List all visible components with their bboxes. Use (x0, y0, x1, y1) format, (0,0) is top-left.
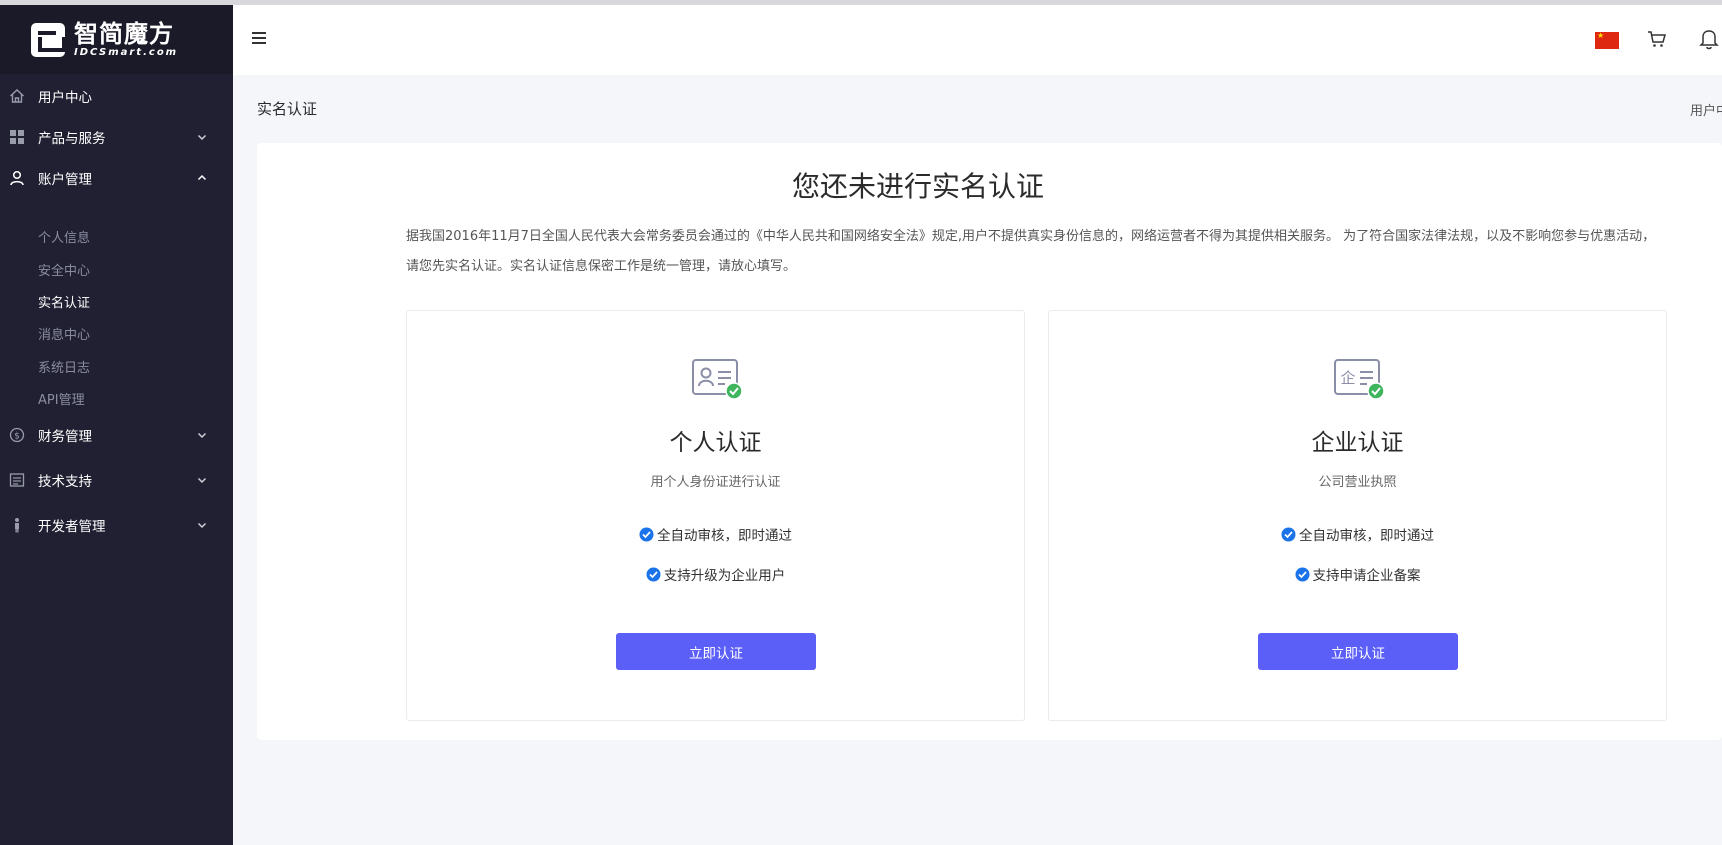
breadcrumb[interactable]: 用户中 (1690, 100, 1722, 119)
feature-item: 支持申请企业备案 (1049, 564, 1666, 584)
document-icon (9, 473, 25, 487)
sidebar-subitem-message-center[interactable]: 消息中心 (38, 324, 90, 343)
enterprise-auth-title: 企业认证 (1311, 430, 1404, 456)
main-heading: 您还未进行实名认证 (791, 170, 1044, 203)
sidebar-subitem-real-name-auth[interactable]: 实名认证 (38, 292, 90, 311)
sidebar-item-label: 用户中心 (38, 90, 92, 106)
logo-mark-icon (31, 22, 66, 57)
feature-label: 支持申请企业备案 (1312, 568, 1421, 584)
check-circle-icon (1295, 567, 1309, 581)
personal-auth-title: 个人认证 (669, 430, 762, 456)
feature-label: 全自动审核，即时通过 (657, 528, 792, 544)
sidebar-item-label: 财务管理 (38, 429, 92, 445)
sidebar-item-products-services[interactable]: 产品与服务 (0, 117, 233, 157)
business-license-verified-icon: 企 (1334, 359, 1385, 400)
sidebar-item-label: 产品与服务 (38, 131, 106, 147)
check-circle-icon (646, 567, 661, 581)
sidebar-item-label: 账户管理 (38, 172, 92, 188)
brand-name-en: IDCSmart.com (74, 46, 179, 58)
feature-item: 全自动审核，即时通过 (1049, 524, 1666, 544)
sidebar-item-label: 开发者管理 (38, 519, 106, 535)
feature-label: 全自动审核，即时通过 (1299, 528, 1434, 544)
sidebar-subitem-personal-info[interactable]: 个人信息 (38, 227, 90, 246)
chevron-up-icon (197, 174, 207, 181)
id-card-verified-icon (692, 359, 743, 400)
page-title: 实名认证 (257, 100, 318, 118)
bell-icon[interactable] (1699, 28, 1719, 50)
enterprise-auth-button[interactable]: 立即认证 (1258, 633, 1458, 670)
feature-label: 支持升级为企业用户 (663, 568, 786, 584)
menu-toggle-icon[interactable] (252, 32, 266, 44)
sidebar-subitem-system-log[interactable]: 系统日志 (38, 357, 90, 376)
personal-auth-button[interactable]: 立即认证 (616, 633, 816, 670)
cart-icon[interactable] (1647, 29, 1667, 49)
top-bar (233, 5, 1722, 75)
sidebar-subitem-security-center[interactable]: 安全中心 (38, 260, 90, 279)
chevron-down-icon (197, 134, 207, 141)
feature-item: 全自动审核，即时通过 (407, 524, 1024, 544)
svg-text:$: $ (14, 432, 20, 442)
sidebar-item-label: 技术支持 (38, 474, 92, 490)
legal-notice: 据我国2016年11月7日全国人民代表大会常务委员会通过的《中华人民共和国网络安… (406, 229, 1656, 274)
personal-auth-subtitle: 用个人身份证进行认证 (650, 475, 781, 490)
sidebar-subitem-api-management[interactable]: API管理 (38, 389, 85, 408)
sidebar-item-technical-support[interactable]: 技术支持 (0, 460, 233, 500)
feature-item: 支持升级为企业用户 (407, 564, 1024, 584)
user-icon (10, 170, 24, 186)
enterprise-auth-panel: 企 企业认证 公司营业执照 全自动审核，即时通过 支持申请企业备案 立即认证 (1048, 310, 1667, 721)
personal-auth-panel: 个人认证 用个人身份证进行认证 全自动审核，即时通过 支持升级为企业用户 立即认… (406, 310, 1025, 721)
chevron-down-icon (197, 432, 207, 439)
svg-text:企: 企 (1340, 369, 1355, 387)
china-flag-icon[interactable] (1595, 31, 1619, 49)
sidebar-item-finance-management[interactable]: $ 财务管理 (0, 415, 233, 455)
brand-name-cn: 智简魔方 (74, 19, 174, 48)
check-circle-icon (1281, 527, 1296, 541)
sidebar-item-user-center[interactable]: 用户中心 (0, 76, 233, 116)
home-icon (10, 89, 24, 103)
dollar-icon: $ (9, 427, 25, 443)
sidebar-item-developer-management[interactable]: 开发者管理 (0, 505, 233, 545)
chevron-down-icon (197, 522, 207, 529)
chevron-down-icon (197, 477, 207, 484)
grid-icon (10, 130, 24, 144)
brand-logo[interactable]: 智简魔方 IDCSmart.com (0, 5, 233, 74)
enterprise-auth-subtitle: 公司营业执照 (1318, 475, 1397, 490)
sidebar-item-account-management[interactable]: 账户管理 (0, 158, 233, 198)
check-circle-icon (639, 527, 654, 541)
developer-icon (15, 518, 19, 533)
